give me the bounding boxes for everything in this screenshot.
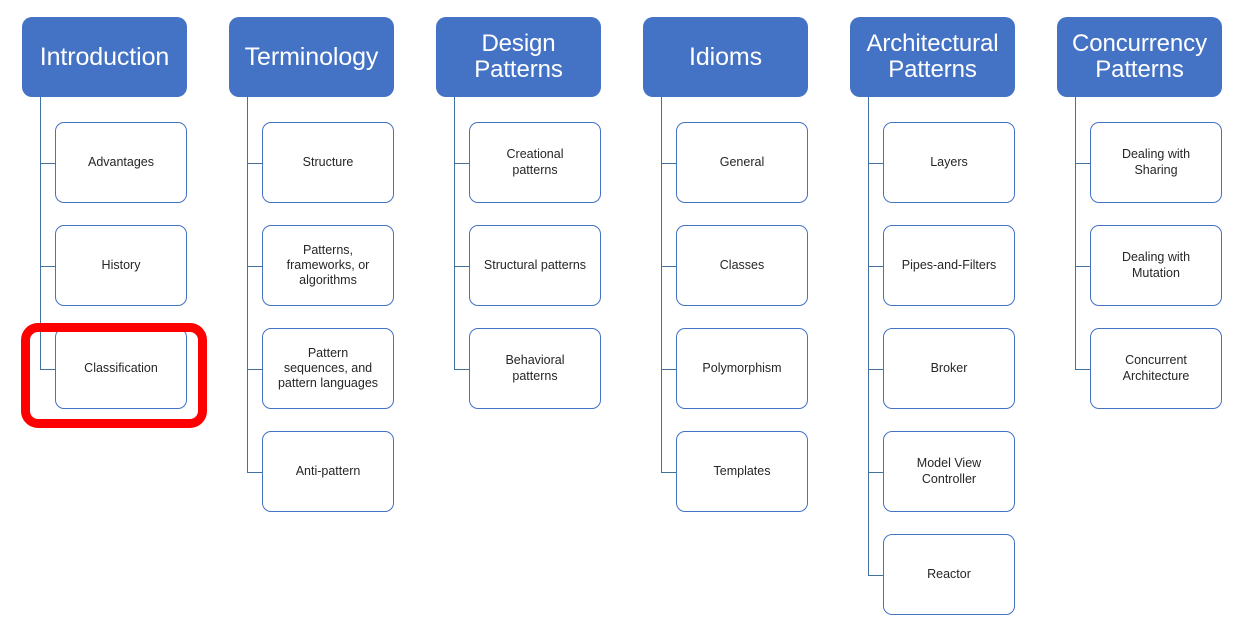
connector-elbow: [454, 368, 469, 370]
header-label: Concurrency Patterns: [1072, 30, 1207, 83]
connector-elbow: [247, 162, 262, 164]
node-label: Dealing with Mutation: [1121, 250, 1191, 280]
column-terminology: Terminology Structure Patterns, frameworks…: [229, 0, 436, 626]
connector-elbow: [40, 162, 55, 164]
connector-elbow: [868, 574, 883, 576]
connector-elbow: [868, 162, 883, 164]
connector-elbow: [1075, 368, 1090, 370]
header-box-design-patterns[interactable]: Design Patterns: [436, 17, 601, 97]
node-box[interactable]: Creational patterns: [469, 122, 601, 203]
header-label: Architectural Patterns: [866, 30, 999, 83]
column-introduction: Introduction Advantages History Classificat…: [21, 0, 229, 626]
connector-elbow: [1075, 265, 1090, 267]
connector-trunk-terminology: [247, 97, 248, 472]
header-box-idioms[interactable]: Idioms: [643, 17, 808, 97]
node-label: General: [719, 154, 765, 169]
node-label: Broker: [930, 360, 968, 375]
node-label: Concurrent Architecture: [1122, 353, 1190, 383]
node-label: Behavioral patterns: [505, 353, 565, 383]
node-box[interactable]: Structure: [262, 122, 394, 203]
header-label: Idioms: [688, 42, 763, 71]
node-box[interactable]: Structural patterns: [469, 225, 601, 306]
node-box[interactable]: Behavioral patterns: [469, 328, 601, 409]
node-box[interactable]: Dealing with Sharing: [1090, 122, 1222, 203]
connector-elbow: [868, 265, 883, 267]
connector-elbow: [454, 162, 469, 164]
design-patterns-tree-diagram: Introduction Advantages History Classificat…: [0, 0, 1233, 626]
connector-trunk-architectural-patterns: [868, 97, 869, 575]
connector-trunk-introduction: [40, 97, 41, 369]
node-box[interactable]: Layers: [883, 122, 1015, 203]
connector-trunk-concurrency-patterns: [1075, 97, 1076, 369]
node-box[interactable]: Anti-pattern: [262, 431, 394, 512]
node-box[interactable]: Polymorphism: [676, 328, 808, 409]
node-label: Advantages: [87, 154, 155, 169]
node-label: Layers: [930, 154, 968, 169]
header-label: Introduction: [39, 42, 170, 71]
connector-elbow: [868, 471, 883, 473]
connector-elbow: [661, 265, 676, 267]
connector-elbow: [1075, 162, 1090, 164]
node-label: Pipes-and-Filters: [901, 257, 997, 272]
node-label: Structural patterns: [483, 257, 587, 272]
header-box-terminology[interactable]: Terminology: [229, 17, 394, 97]
connector-elbow: [247, 368, 262, 370]
node-box[interactable]: Dealing with Mutation: [1090, 225, 1222, 306]
connector-elbow: [661, 162, 676, 164]
node-box[interactable]: Reactor: [883, 534, 1015, 615]
connector-elbow: [454, 265, 469, 267]
connector-elbow: [247, 471, 262, 473]
node-label: Model View Controller: [916, 456, 982, 486]
node-box[interactable]: Model View Controller: [883, 431, 1015, 512]
node-box[interactable]: Broker: [883, 328, 1015, 409]
node-label: Anti-pattern: [295, 463, 361, 478]
connector-elbow: [661, 471, 676, 473]
header-box-concurrency-patterns[interactable]: Concurrency Patterns: [1057, 17, 1222, 97]
header-label: Terminology: [244, 42, 379, 71]
connector-elbow: [40, 368, 55, 370]
connector-elbow: [661, 368, 676, 370]
connector-elbow: [247, 265, 262, 267]
header-box-introduction[interactable]: Introduction: [22, 17, 187, 97]
column-idioms: Idioms General Classes Polymorphism Template…: [643, 0, 850, 626]
node-box[interactable]: Advantages: [55, 122, 187, 203]
connector-elbow: [868, 368, 883, 370]
node-label: Creational patterns: [506, 147, 564, 177]
header-label: Design Patterns: [474, 30, 563, 83]
node-box[interactable]: Templates: [676, 431, 808, 512]
column-concurrency-patterns: Concurrency Patterns Dealing with Sharing…: [1057, 0, 1233, 626]
header-box-architectural-patterns[interactable]: Architectural Patterns: [850, 17, 1015, 97]
node-label: Classification: [84, 360, 158, 375]
node-label: Dealing with Sharing: [1121, 147, 1191, 177]
node-label: History: [101, 257, 141, 272]
node-box[interactable]: Concurrent Architecture: [1090, 328, 1222, 409]
connector-trunk-idioms: [661, 97, 662, 472]
node-box[interactable]: Pattern sequences, and pattern languages: [262, 328, 394, 409]
node-label: Templates: [713, 463, 771, 478]
connector-elbow: [40, 265, 55, 267]
node-label: Pattern sequences, and pattern languages: [277, 345, 379, 391]
node-box[interactable]: Classes: [676, 225, 808, 306]
node-box[interactable]: General: [676, 122, 808, 203]
node-label: Classes: [719, 257, 765, 272]
node-box[interactable]: Patterns, frameworks, or algorithms: [262, 225, 394, 306]
node-box[interactable]: Classification: [55, 328, 187, 409]
column-design-patterns: Design Patterns Creational patterns Struct…: [436, 0, 643, 626]
node-box[interactable]: Pipes-and-Filters: [883, 225, 1015, 306]
node-label: Reactor: [927, 566, 971, 581]
node-label: Structure: [302, 154, 354, 169]
node-label: Polymorphism: [702, 360, 782, 375]
connector-trunk-design-patterns: [454, 97, 455, 369]
column-architectural-patterns: Architectural Patterns Layers Pipes-and-Fi…: [850, 0, 1057, 626]
node-label: Patterns, frameworks, or algorithms: [286, 242, 370, 288]
node-box[interactable]: History: [55, 225, 187, 306]
